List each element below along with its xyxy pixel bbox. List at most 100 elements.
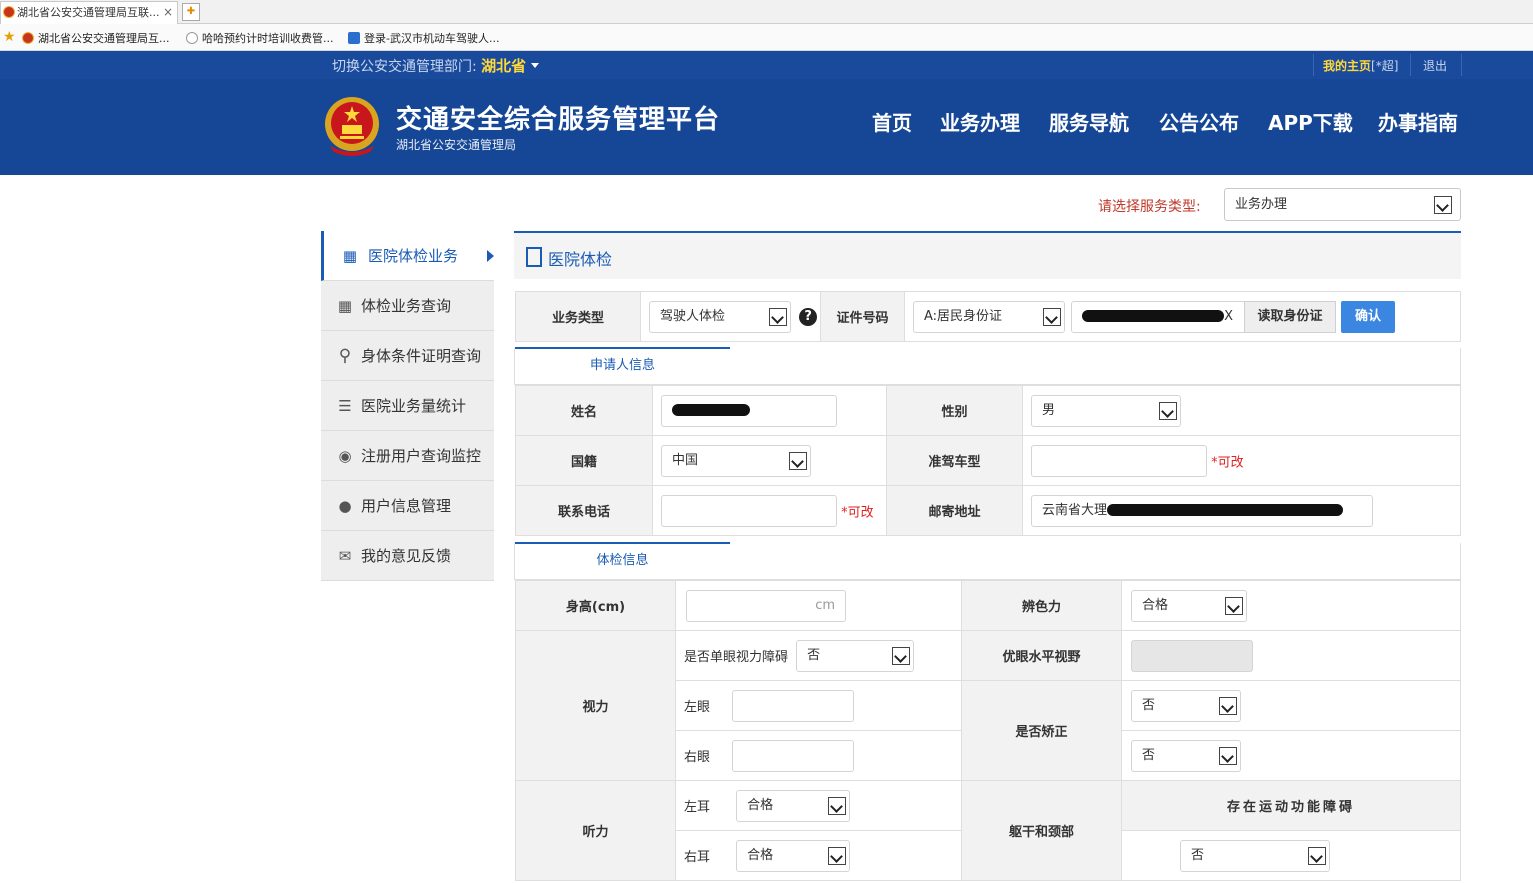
caret-right-icon xyxy=(487,250,494,262)
mono-impair-select[interactable]: 否 xyxy=(796,639,915,672)
chevron-down-icon xyxy=(1308,846,1326,865)
user-icon: ● xyxy=(338,497,352,515)
corrected-right-select[interactable]: 否 xyxy=(1131,739,1241,772)
right-ear-select[interactable]: 合格 xyxy=(736,839,851,872)
caret-down-icon xyxy=(531,63,540,68)
name-input[interactable] xyxy=(661,394,837,427)
sidebar-item-user-management[interactable]: ● 用户信息管理 xyxy=(321,481,494,531)
business-type-select[interactable]: 驾驶人体检 xyxy=(649,300,791,333)
motor-impair-select[interactable]: 否 xyxy=(1180,839,1330,872)
nav-service-guide[interactable]: 服务导航 xyxy=(1049,107,1129,136)
left-eye-label: 左眼 xyxy=(684,700,711,715)
phone-label: 联系电话 xyxy=(515,485,653,536)
left-eye-input[interactable] xyxy=(732,689,855,722)
sidebar-item-feedback[interactable]: ✉ 我的意见反馈 xyxy=(321,531,494,581)
nav-guide[interactable]: 办事指南 xyxy=(1378,107,1458,136)
tab-applicant-info[interactable]: 申请人信息 xyxy=(515,347,730,384)
switch-label: 切换公安交通管理部门: xyxy=(332,59,477,75)
address-input[interactable]: 云南省大理 xyxy=(1031,494,1373,527)
chevron-down-icon xyxy=(1043,307,1061,326)
corrected-left-select[interactable]: 否 xyxy=(1131,689,1241,722)
right-eye-label: 右眼 xyxy=(684,750,711,765)
color-vision-select[interactable]: 合格 xyxy=(1131,589,1247,622)
sidebar-item-certificate-query[interactable]: ⚲ 身体条件证明查询 xyxy=(321,331,494,381)
help-icon[interactable]: ? xyxy=(799,307,818,326)
nav-announcements[interactable]: 公告公布 xyxy=(1159,107,1239,136)
vehicle-class-label: 准驾车型 xyxy=(886,435,1023,486)
trunk-neck-label: 躯干和颈部 xyxy=(961,780,1122,881)
phone-input[interactable] xyxy=(661,494,837,527)
gender-label: 性别 xyxy=(886,385,1023,436)
id-type-select[interactable]: A:居民身份证 xyxy=(913,300,1065,333)
nav-home[interactable]: 首页 xyxy=(872,107,912,136)
new-tab-icon[interactable]: ✚ xyxy=(182,3,200,21)
sidebar-item-user-monitor[interactable]: ◉ 注册用户查询监控 xyxy=(321,431,494,481)
corrected-label: 是否矫正 xyxy=(961,680,1122,781)
service-type-label: 请选择服务类型: xyxy=(1098,199,1201,215)
chevron-down-icon xyxy=(892,646,911,665)
id-number-input[interactable]: X xyxy=(1071,300,1250,333)
police-badge-icon xyxy=(3,6,15,18)
sidebar-item-hospital-exam[interactable]: ▦ 医院体检业务 xyxy=(321,231,494,281)
id-number-label: 证件号码 xyxy=(820,291,905,342)
height-label: 身高(cm) xyxy=(515,580,676,631)
chevron-down-icon xyxy=(828,846,847,865)
vehicle-class-input[interactable] xyxy=(1031,444,1207,477)
star-icon[interactable]: ★ xyxy=(3,29,16,45)
chevron-down-icon xyxy=(1434,195,1452,214)
nationality-select[interactable]: 中国 xyxy=(661,444,811,477)
eye-icon: ◉ xyxy=(338,447,352,465)
department-switcher[interactable]: 切换公安交通管理部门: 湖北省 xyxy=(332,55,540,76)
username: [*超] xyxy=(1371,59,1399,73)
exam-form: 身高(cm) cm 辨色力 合格 视力 是否单眼视力障碍 否 优眼水平视野 左眼… xyxy=(515,580,1461,881)
favorites-bar: ★ 湖北省公安交通管理局互... 哈哈预约计时培训收费管... 登录-武汉市机动… xyxy=(0,24,1533,51)
better-eye-field-label: 优眼水平视野 xyxy=(961,630,1122,681)
height-input[interactable]: cm xyxy=(686,589,846,622)
hearing-label: 听力 xyxy=(515,780,676,881)
chevron-down-icon xyxy=(1225,596,1243,615)
favorite-link-3[interactable]: 登录-武汉市机动车驾驶人... xyxy=(348,30,499,46)
exam-section-tab: 体检信息 xyxy=(514,542,1461,580)
left-ear-select[interactable]: 合格 xyxy=(736,789,851,822)
right-eye-input[interactable] xyxy=(732,739,855,772)
mono-impair-label: 是否单眼视力障碍 xyxy=(684,650,789,665)
service-type-select[interactable]: 业务办理 xyxy=(1224,188,1461,221)
building-icon xyxy=(526,247,542,267)
browser-tab[interactable]: 湖北省公安交通管理局互联... × xyxy=(0,1,178,24)
my-home-link[interactable]: 我的主页[*超] xyxy=(1323,57,1398,74)
nav-app-download[interactable]: APP下载 xyxy=(1268,107,1353,136)
business-type-label: 业务类型 xyxy=(515,291,641,342)
nav-business[interactable]: 业务办理 xyxy=(940,107,1020,136)
applicant-section-tab: 申请人信息 xyxy=(514,347,1461,385)
feedback-icon: ✉ xyxy=(338,547,352,565)
chevron-down-icon xyxy=(828,796,847,815)
divider xyxy=(1313,54,1314,76)
redaction xyxy=(1107,504,1344,516)
confirm-button[interactable]: 确认 xyxy=(1341,301,1395,333)
close-icon[interactable]: × xyxy=(163,2,173,23)
browser-tab-bar: 湖北省公安交通管理局互联... × ✚ xyxy=(0,0,1533,24)
favorite-link-1[interactable]: 湖北省公安交通管理局互... xyxy=(22,30,170,46)
tab-exam-info[interactable]: 体检信息 xyxy=(515,542,730,579)
building-icon: ▦ xyxy=(337,297,353,315)
logout-link[interactable]: 退出 xyxy=(1423,57,1447,74)
page-icon xyxy=(348,32,360,44)
chevron-down-icon xyxy=(789,451,807,470)
chevron-down-icon xyxy=(769,307,787,326)
query-form: 业务类型 驾驶人体检 ? 证件号码 A:居民身份证 X 读取身份证 确认 xyxy=(515,291,1461,342)
globe-icon xyxy=(186,32,198,44)
sidebar-item-exam-query[interactable]: ▦ 体检业务查询 xyxy=(321,281,494,331)
chevron-down-icon xyxy=(1159,401,1177,420)
site-header: 交通安全综合服务管理平台 湖北省公安交通管理局 首页 业务办理 服务导航 公告公… xyxy=(0,79,1533,175)
list-icon: ☰ xyxy=(338,397,352,415)
browser-tab-title: 湖北省公安交通管理局互联... xyxy=(17,6,160,19)
favorite-link-2[interactable]: 哈哈预约计时培训收费管... xyxy=(186,30,334,46)
redaction xyxy=(672,404,750,416)
sidebar-item-statistics[interactable]: ☰ 医院业务量统计 xyxy=(321,381,494,431)
national-emblem-icon xyxy=(325,97,379,156)
color-vision-label: 辨色力 xyxy=(961,580,1122,631)
gender-select[interactable]: 男 xyxy=(1031,394,1181,427)
read-id-card-button[interactable]: 读取身份证 xyxy=(1244,301,1336,333)
building-icon: ▦ xyxy=(342,247,358,265)
name-label: 姓名 xyxy=(515,385,653,436)
